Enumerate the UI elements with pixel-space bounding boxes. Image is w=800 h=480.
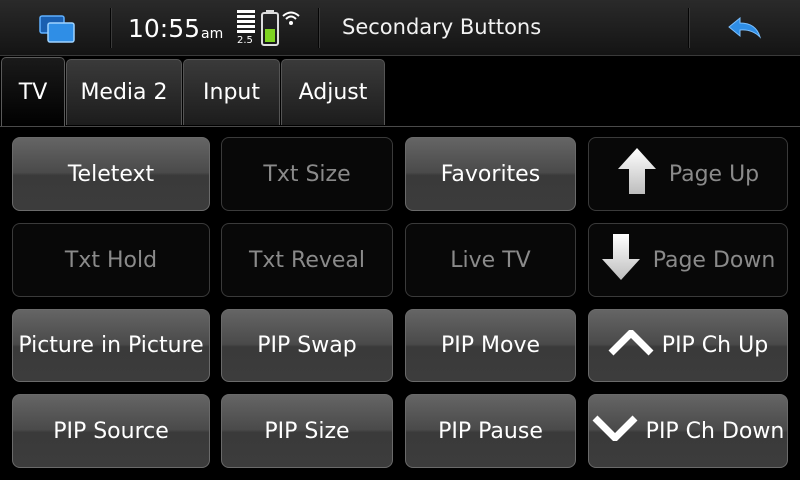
live-tv-label: Live TV [450, 247, 531, 273]
live-tv-button[interactable]: Live TV [405, 223, 576, 297]
favorites-label: Favorites [440, 161, 541, 187]
chevron-up-icon [608, 327, 654, 362]
task-switcher-icon [39, 15, 75, 43]
pip-move-label: PIP Move [440, 333, 540, 358]
txt-hold-label: Txt Hold [64, 247, 158, 273]
tab-bar: TV Media 2 Input Adjust [0, 57, 800, 127]
page-down-label: Page Down [652, 247, 776, 273]
txt-reveal-label: Txt Reveal [248, 247, 366, 273]
pip-size-label: PIP Size [264, 418, 350, 444]
teletext-label: Teletext [67, 161, 155, 187]
battery-icon [261, 10, 279, 46]
back-arrow-icon [728, 17, 762, 39]
pip-ch-up-button[interactable]: PIP Ch Up [588, 309, 788, 382]
txt-hold-button[interactable]: Txt Hold [12, 223, 210, 297]
clock-time: 10:55 [128, 14, 201, 43]
tab-divider [0, 126, 800, 127]
pip-swap-button[interactable]: PIP Swap [221, 309, 393, 382]
teletext-button[interactable]: Teletext [12, 137, 210, 211]
arrow-up-icon [617, 147, 657, 201]
pip-swap-label: PIP Swap [257, 333, 357, 358]
page-up-label: Page Up [668, 161, 760, 187]
txt-reveal-button[interactable]: Txt Reveal [221, 223, 393, 297]
status-separator [318, 8, 320, 48]
network-type-label: 2.5 [237, 35, 253, 46]
pip-move-button[interactable]: PIP Move [405, 309, 576, 382]
arrow-down-icon [601, 233, 641, 287]
status-separator [110, 8, 112, 48]
pip-source-button[interactable]: PIP Source [12, 394, 210, 468]
txt-size-button[interactable]: Txt Size [221, 137, 393, 211]
tab-tv[interactable]: TV [1, 57, 65, 127]
pip-ch-up-label: PIP Ch Up [661, 333, 769, 358]
back-button[interactable] [690, 0, 800, 56]
pip-source-label: PIP Source [53, 418, 169, 444]
tab-input[interactable]: Input [183, 59, 280, 125]
page-down-button[interactable]: Page Down [588, 223, 788, 297]
pip-ch-down-label: PIP Ch Down [645, 418, 785, 444]
wifi-icon [282, 11, 300, 25]
picture-in-picture-button[interactable]: Picture in Picture [12, 309, 210, 382]
pip-pause-label: PIP Pause [438, 418, 543, 444]
task-switcher-button[interactable] [30, 0, 82, 56]
txt-size-label: Txt Size [263, 161, 351, 187]
chevron-down-icon [592, 415, 638, 447]
pip-pause-button[interactable]: PIP Pause [405, 394, 576, 468]
favorites-button[interactable]: Favorites [405, 137, 576, 211]
tab-adjust[interactable]: Adjust [281, 59, 385, 125]
status-bar: 10:55 am 2.5 Secondary Buttons [0, 0, 800, 56]
pip-size-button[interactable]: PIP Size [221, 394, 393, 468]
picture-in-picture-label: Picture in Picture [18, 333, 204, 358]
page-title: Secondary Buttons [342, 15, 542, 39]
pip-ch-down-button[interactable]: PIP Ch Down [588, 394, 788, 468]
tab-media-2[interactable]: Media 2 [66, 59, 182, 125]
page-up-button[interactable]: Page Up [588, 137, 788, 211]
clock-ampm: am [201, 26, 224, 42]
signal-strength-icon [237, 10, 255, 33]
